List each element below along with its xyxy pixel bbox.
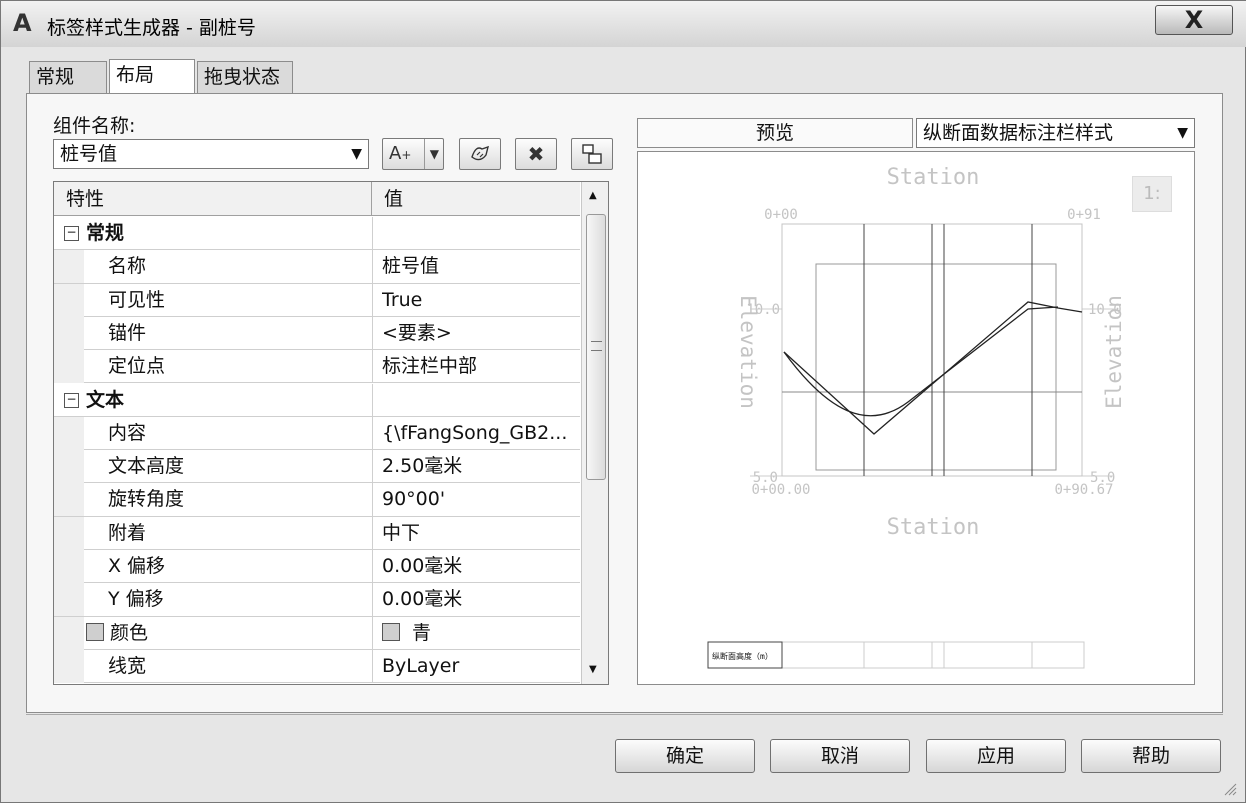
footer-divider xyxy=(26,714,1223,715)
collapse-icon[interactable]: − xyxy=(64,392,79,408)
component-name-value: 桩号值 xyxy=(60,143,118,165)
tick-top-left: 0+00 xyxy=(764,207,798,223)
apply-button[interactable]: 应用 xyxy=(926,739,1066,773)
property-row-lineweight[interactable]: 线宽 ByLayer xyxy=(54,649,580,684)
grid-header: 特性 值 xyxy=(54,182,580,216)
property-row-y-offset[interactable]: Y 偏移 0.00毫米 xyxy=(54,583,580,617)
chevron-down-icon: ▼ xyxy=(351,146,362,162)
header-value[interactable]: 值 xyxy=(372,182,580,216)
label-style-composer-dialog: A 标签样式生成器 - 副桩号 X 常规 布局 拖曳状态 组件名称: 桩号值 ▼… xyxy=(0,0,1246,803)
resize-grip-icon[interactable] xyxy=(1223,781,1237,796)
property-row-color[interactable]: 颜色 青 xyxy=(54,616,580,650)
scrollbar-thumb[interactable] xyxy=(586,214,606,480)
property-row-anchor-point[interactable]: 定位点 标注栏中部 xyxy=(54,350,580,384)
color-swatch-icon xyxy=(382,622,400,641)
elevation-axis-left: Elevation xyxy=(736,295,760,409)
preview-pane[interactable]: Station Station 0+00 0+91 0+00.00 0+90.6… xyxy=(637,151,1195,685)
add-text-component-icon: A xyxy=(389,143,402,164)
dropdown-arrow-icon: ▼ xyxy=(423,139,439,169)
elevation-axis-right: Elevation xyxy=(1102,295,1126,409)
component-draw-order-button[interactable] xyxy=(571,138,613,170)
profile-view-box xyxy=(815,263,1057,471)
property-grid: 特性 值 − 常规 名称 桩号值 可见性 True 锚件 <要素> 定位点 标注… xyxy=(53,181,609,685)
station-title-top: Station xyxy=(887,165,980,190)
category-text[interactable]: − 文本 xyxy=(54,383,580,417)
scroll-up-icon[interactable]: ▲ xyxy=(589,190,597,201)
grip-icon xyxy=(591,341,602,351)
component-name-label: 组件名称: xyxy=(53,115,136,137)
property-row-contents[interactable]: 内容 {\fFangSong_GB2... xyxy=(54,416,580,451)
property-row-attachment[interactable]: 附着 中下 xyxy=(54,516,580,550)
preview-label: 预览 xyxy=(637,118,913,148)
property-row-visibility[interactable]: 可见性 True xyxy=(54,283,580,317)
chevron-down-icon: ▼ xyxy=(1177,125,1188,141)
cancel-button[interactable]: 取消 xyxy=(770,739,910,773)
elev-right-bottom: 5.0 xyxy=(1090,470,1115,486)
window-title: 标签样式生成器 - 副桩号 xyxy=(47,17,256,39)
existing-ground-profile xyxy=(783,301,1083,435)
zoom-extents-button[interactable]: 1: xyxy=(1132,176,1172,212)
elev-left-bottom: 5.0 xyxy=(753,470,778,486)
help-button[interactable]: 帮助 xyxy=(1081,739,1221,773)
profile-preview-graph: Station Station 0+00 0+91 0+00.00 0+90.6… xyxy=(707,165,1126,669)
autocad-app-icon: A xyxy=(13,9,32,37)
delete-component-button[interactable]: ✖ xyxy=(515,138,557,170)
grid-scrollbar[interactable]: ▲ ▼ xyxy=(581,182,608,684)
draw-order-icon xyxy=(582,144,602,164)
color-swatch-icon xyxy=(86,622,104,641)
ok-button[interactable]: 确定 xyxy=(615,739,755,773)
design-profile xyxy=(783,306,1059,417)
property-row-anchor[interactable]: 锚件 <要素> xyxy=(54,316,580,351)
property-row-x-offset[interactable]: X 偏移 0.00毫米 xyxy=(54,550,580,584)
category-general[interactable]: − 常规 xyxy=(54,217,580,251)
property-row-rotation-angle[interactable]: 旋转角度 90°00' xyxy=(54,483,580,517)
collapse-icon[interactable]: − xyxy=(64,226,79,241)
copy-component-icon xyxy=(471,145,489,161)
tab-general[interactable]: 常规 xyxy=(29,61,107,93)
property-row-text-height[interactable]: 文本高度 2.50毫米 xyxy=(54,450,580,484)
header-property[interactable]: 特性 xyxy=(54,182,372,216)
tick-top-right: 0+91 xyxy=(1067,207,1101,223)
component-name-dropdown[interactable]: 桩号值 ▼ xyxy=(53,139,369,169)
add-component-button[interactable]: A+ ▼ xyxy=(382,138,444,170)
tab-dragged-state[interactable]: 拖曳状态 xyxy=(197,61,293,93)
delete-icon: ✖ xyxy=(527,142,545,166)
scroll-down-icon[interactable]: ▼ xyxy=(589,664,597,675)
preview-style-dropdown[interactable]: 纵断面数据标注栏样式 ▼ xyxy=(916,118,1195,148)
tab-layout[interactable]: 布局 xyxy=(109,59,195,93)
station-title-bottom: Station xyxy=(887,515,980,540)
close-button[interactable]: X xyxy=(1155,5,1233,35)
band-label-text: 纵断面高度（m） xyxy=(712,651,773,661)
title-bar: A 标签样式生成器 - 副桩号 X xyxy=(1,1,1246,47)
preview-style-value: 纵断面数据标注栏样式 xyxy=(923,122,1114,144)
property-row-name[interactable]: 名称 桩号值 xyxy=(54,250,580,284)
copy-component-button[interactable] xyxy=(459,138,501,170)
